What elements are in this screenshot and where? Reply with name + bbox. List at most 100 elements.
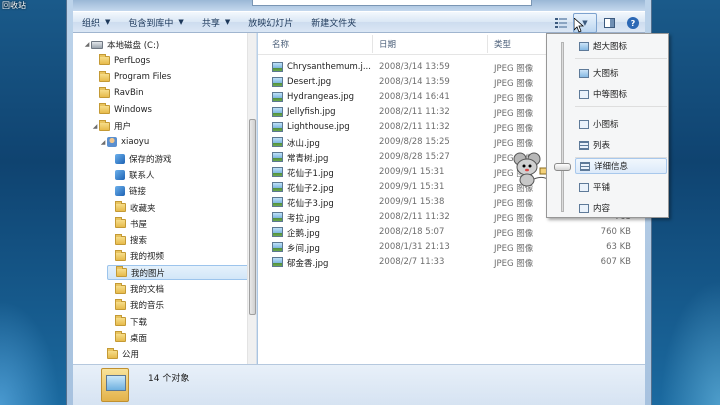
nav-item[interactable]: 我的视频 <box>107 249 164 264</box>
nav-item[interactable]: 我的音乐 <box>107 298 164 313</box>
nav-item[interactable]: 我的图片 <box>107 265 253 281</box>
nav-item-label: 我的图片 <box>131 268 166 279</box>
file-row[interactable]: 郁金香.jpg 2008/2/7 11:33 JPEG 图像 607 KB <box>258 255 645 270</box>
command-bar: 组织 ▼ 包含到库中 ▼ 共享 ▼ 放映幻灯片 新建文件夹 ▼ ? <box>73 11 645 33</box>
nav-item[interactable]: 我的文档 <box>107 282 164 297</box>
expand-arrow-icon[interactable]: ◢ <box>99 139 107 146</box>
file-name: 企鹅.jpg <box>287 229 320 239</box>
nav-item[interactable]: ◢ 用户 <box>91 119 131 134</box>
view-menu-item-label: 平铺 <box>593 183 611 193</box>
recycle-bin-label[interactable]: 回收站 <box>2 0 26 11</box>
nav-item[interactable]: 保存的游戏 <box>107 151 172 166</box>
view-menu-item[interactable]: 大图标 <box>575 65 667 81</box>
nav-item[interactable]: RavBin <box>91 86 144 101</box>
file-name: 常青树.jpg <box>287 154 329 164</box>
slideshow-button[interactable]: 放映幻灯片 <box>239 12 302 32</box>
help-button[interactable]: ? <box>621 13 645 33</box>
view-menu-item[interactable]: 列表 <box>575 137 667 153</box>
chevron-down-icon: ▼ <box>224 18 231 26</box>
file-date: 2009/8/28 15:25 <box>379 137 450 147</box>
nav-item[interactable]: 公用 <box>99 347 139 362</box>
file-row[interactable]: 乡间.jpg 2008/1/31 21:13 JPEG 图像 63 KB <box>258 240 645 255</box>
view-menu-item[interactable]: 中等图标 <box>575 86 667 102</box>
file-date: 2009/9/1 15:31 <box>379 167 445 177</box>
jpeg-file-icon <box>272 197 283 207</box>
file-type: JPEG 图像 <box>494 229 534 239</box>
nav-item-label: PerfLogs <box>114 55 151 66</box>
view-menu-item[interactable]: 超大图标 <box>575 38 667 54</box>
file-name: Desert.jpg <box>287 77 332 87</box>
view-menu-item[interactable]: 平铺 <box>575 179 667 195</box>
file-type: JPEG 图像 <box>494 244 534 254</box>
address-bar[interactable] <box>252 0 532 6</box>
file-name: 郁金香.jpg <box>287 259 329 269</box>
folder-icon <box>99 70 110 82</box>
details-view-icon <box>580 161 590 171</box>
column-divider[interactable] <box>487 35 488 53</box>
jpeg-file-icon <box>272 107 283 117</box>
file-name: 花仙子3.jpg <box>287 199 334 209</box>
include-in-library-button[interactable]: 包含到库中 ▼ <box>119 12 192 32</box>
desktop-wallpaper-glow-right <box>660 280 720 405</box>
file-name: Lighthouse.jpg <box>287 122 350 132</box>
folder-icon <box>115 201 126 212</box>
nav-item[interactable]: ◢ xiaoyu <box>99 135 149 150</box>
file-date: 2008/2/7 11:33 <box>379 257 445 267</box>
desktop-wallpaper-glow <box>0 300 60 405</box>
share-button[interactable]: 共享 ▼ <box>193 12 239 32</box>
expand-arrow-icon[interactable]: ◢ <box>83 41 91 48</box>
file-date: 2008/2/11 11:32 <box>379 107 450 117</box>
nav-item[interactable]: 搜索 <box>107 233 147 248</box>
nav-item[interactable]: 联系人 <box>107 167 155 182</box>
nav-scrollbar-thumb[interactable] <box>249 119 256 315</box>
nav-item-label: 链接 <box>129 187 147 198</box>
nav-item-label: 收藏夹 <box>130 203 156 214</box>
nav-item[interactable]: 下载 <box>107 314 147 329</box>
view-size-slider-thumb[interactable] <box>554 163 571 171</box>
file-type: JPEG 图像 <box>494 139 534 149</box>
item-count: 14 个对象 <box>148 374 190 384</box>
nav-scrollbar[interactable] <box>247 33 256 364</box>
nav-item[interactable]: Windows <box>91 102 152 117</box>
view-menu-item[interactable]: 内容 <box>575 200 667 216</box>
expand-arrow-icon[interactable]: ◢ <box>91 123 99 130</box>
file-row[interactable]: 企鹅.jpg 2008/2/18 5:07 JPEG 图像 760 KB <box>258 225 645 240</box>
new-folder-button[interactable]: 新建文件夹 <box>302 12 365 32</box>
column-header-date[interactable]: 日期 <box>379 38 396 50</box>
nav-item-label: 书屋 <box>130 219 148 230</box>
file-type: JPEG 图像 <box>494 94 534 104</box>
view-menu-item-label: 列表 <box>593 141 611 151</box>
view-menu-item[interactable]: 小图标 <box>575 116 667 132</box>
nav-item-label: xiaoyu <box>121 137 150 148</box>
jpeg-file-icon <box>272 122 283 132</box>
folder-icon <box>116 266 127 278</box>
file-type: JPEG 图像 <box>494 199 534 209</box>
view-menu: 超大图标大图标中等图标小图标列表详细信息平铺内容 <box>546 33 669 218</box>
view-menu-item[interactable]: 详细信息 <box>575 158 667 174</box>
nav-item[interactable]: 书屋 <box>107 216 147 231</box>
nav-item[interactable]: PerfLogs <box>91 53 150 68</box>
nav-item[interactable]: 收藏夹 <box>107 200 156 215</box>
preview-pane-button[interactable] <box>597 13 621 33</box>
nav-item-label: 联系人 <box>129 170 155 181</box>
organize-button[interactable]: 组织 ▼ <box>73 12 119 32</box>
nav-item[interactable]: Program Files <box>91 70 171 85</box>
nav-item[interactable]: 桌面 <box>107 330 147 345</box>
change-view-button[interactable] <box>549 13 573 33</box>
file-name: 花仙子1.jpg <box>287 169 334 179</box>
file-size: 607 KB <box>600 257 631 267</box>
chevron-down-icon: ▼ <box>105 18 111 26</box>
user-folder-icon <box>107 137 117 148</box>
view-size-slider-track[interactable] <box>561 42 564 212</box>
column-header-name[interactable]: 名称 <box>272 38 289 50</box>
nav-item[interactable]: ◢ 本地磁盘 (C:) <box>83 37 159 52</box>
toolbar-right-group: ▼ ? <box>549 12 645 34</box>
column-header-type[interactable]: 类型 <box>494 38 511 50</box>
file-type: JPEG 图像 <box>494 64 534 74</box>
folder-icon <box>115 315 126 327</box>
nav-item[interactable]: 链接 <box>107 184 146 199</box>
nav-item-label: 我的音乐 <box>130 301 165 312</box>
column-divider[interactable] <box>372 35 373 53</box>
folder-icon <box>99 54 110 66</box>
nav-item-label: 保存的游戏 <box>129 154 172 165</box>
